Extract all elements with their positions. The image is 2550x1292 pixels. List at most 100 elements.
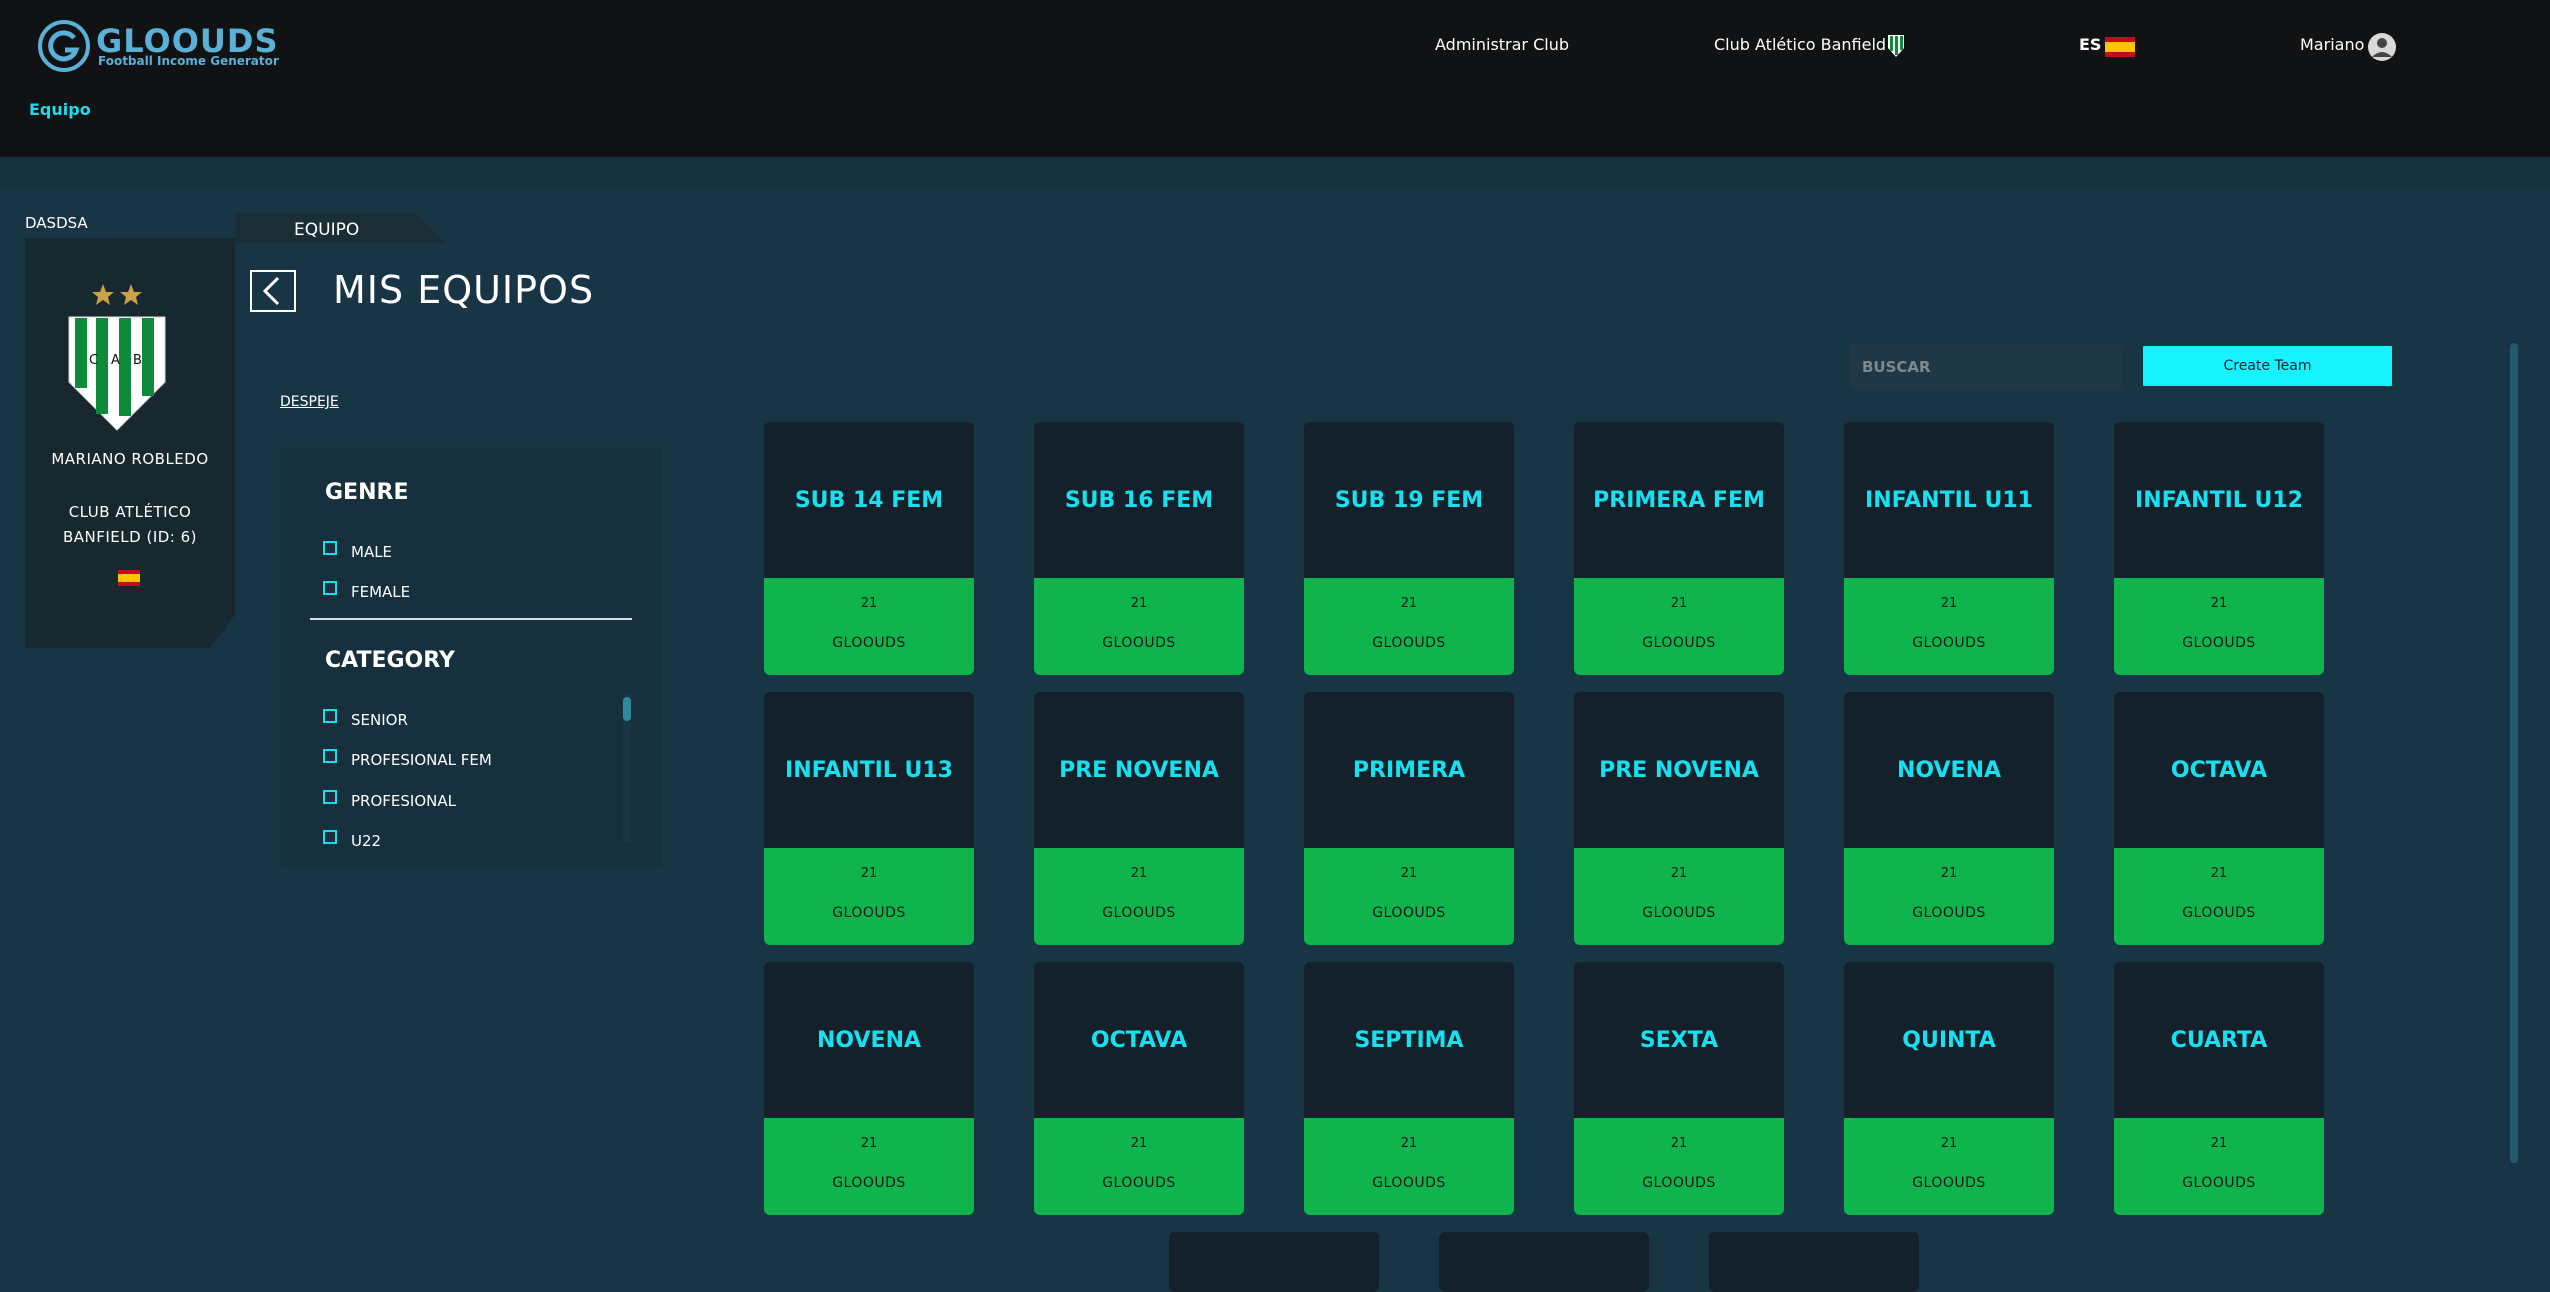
crest-letter: B <box>133 353 142 368</box>
category-scrollbar-thumb[interactable] <box>623 697 631 721</box>
checkbox[interactable] <box>323 790 337 804</box>
team-card[interactable]: NOVENA 21 GLOOUDS <box>764 962 974 1215</box>
team-player-count: 21 <box>1940 1136 1958 1151</box>
team-card[interactable]: INFANTIL U11 21 GLOOUDS <box>1844 422 2054 675</box>
team-brand: GLOOUDS <box>1642 905 1716 921</box>
team-card[interactable]: OCTAVA 21 GLOOUDS <box>1034 962 1244 1215</box>
nav-club-name[interactable]: Club Atlético Banfield <box>1714 35 1886 54</box>
team-card-footer: 21 GLOOUDS <box>2114 848 2324 945</box>
search-input[interactable] <box>1850 345 2123 389</box>
section-breadcrumb[interactable]: Equipo <box>29 100 91 119</box>
team-card[interactable]: PRIMERA 21 GLOOUDS <box>1304 692 1514 945</box>
team-name: SUB 19 FEM <box>1334 487 1484 513</box>
team-card[interactable]: SUB 14 FEM 21 GLOOUDS <box>764 422 974 675</box>
team-card-footer: 21 GLOOUDS <box>2114 1118 2324 1215</box>
team-card[interactable]: SUB 16 FEM 21 GLOOUDS <box>1034 422 1244 675</box>
team-brand: GLOOUDS <box>1372 905 1446 921</box>
language-selector[interactable]: ES <box>2079 35 2101 54</box>
team-card[interactable]: PRE NOVENA 21 GLOOUDS <box>1034 692 1244 945</box>
team-name: OCTAVA <box>1090 1027 1188 1053</box>
crest-letter: A <box>111 353 120 368</box>
team-name: PRE NOVENA <box>1599 757 1759 783</box>
team-card[interactable]: SUB 19 FEM 21 GLOOUDS <box>1304 422 1514 675</box>
checkbox-label: SENIOR <box>351 711 408 729</box>
checkbox[interactable] <box>323 581 337 595</box>
team-card-footer: 21 GLOOUDS <box>1574 848 1784 945</box>
team-player-count: 21 <box>1940 596 1958 611</box>
back-button[interactable] <box>250 270 296 312</box>
nav-user-name[interactable]: Mariano <box>2300 35 2364 54</box>
main-scrollbar[interactable] <box>2510 343 2518 1163</box>
team-card-footer: 21 GLOOUDS <box>1034 1118 1244 1215</box>
team-brand: GLOOUDS <box>2182 905 2256 921</box>
checkbox[interactable] <box>323 541 337 555</box>
team-card-footer: 21 GLOOUDS <box>764 848 974 945</box>
team-brand: GLOOUDS <box>1642 1175 1716 1191</box>
checkbox-label: MALE <box>351 543 393 561</box>
crest-star-icon <box>120 284 142 305</box>
team-brand: GLOOUDS <box>1372 1175 1446 1191</box>
spain-flag-icon[interactable] <box>2105 37 2135 57</box>
team-card-footer: 21 GLOOUDS <box>1034 848 1244 945</box>
team-name: SUB 16 FEM <box>1064 487 1214 513</box>
team-name: PRIMERA FEM <box>1593 487 1765 513</box>
team-name: NOVENA <box>816 1027 922 1053</box>
crest-star-icon <box>92 284 114 305</box>
team-card[interactable]: SEPTIMA 21 GLOOUDS <box>1304 962 1514 1215</box>
team-card[interactable]: NOVENA 21 GLOOUDS <box>1844 692 2054 945</box>
genre-heading: GENRE <box>325 480 409 505</box>
page-title: MIS EQUIPOS <box>333 268 595 312</box>
team-card-footer: 21 GLOOUDS <box>1304 578 1514 675</box>
team-card-partial[interactable] <box>1169 1232 1379 1292</box>
team-card-partial[interactable] <box>1439 1232 1649 1292</box>
nav-admin-club[interactable]: Administrar Club <box>1435 35 1569 54</box>
tab-equipo[interactable]: EQUIPO <box>236 213 446 243</box>
team-name: NOVENA <box>1896 757 2002 783</box>
team-player-count: 21 <box>860 866 878 881</box>
team-card-footer: 21 GLOOUDS <box>2114 578 2324 675</box>
team-card-partial[interactable] <box>1709 1232 1919 1292</box>
checkbox[interactable] <box>323 749 337 763</box>
tab-equipo-label: EQUIPO <box>294 220 360 240</box>
team-player-count: 21 <box>1130 596 1148 611</box>
team-name: SUB 14 FEM <box>794 487 944 513</box>
team-brand: GLOOUDS <box>1372 635 1446 651</box>
checkbox[interactable] <box>323 709 337 723</box>
team-name: PRIMERA <box>1352 757 1466 783</box>
glouds-logo[interactable]: GLOOUDS Football Income Generator <box>38 18 288 74</box>
team-name: INFANTIL U13 <box>785 757 953 783</box>
team-brand: GLOOUDS <box>1642 635 1716 651</box>
category-heading: CATEGORY <box>325 648 455 673</box>
team-brand: GLOOUDS <box>832 905 906 921</box>
team-card[interactable]: PRIMERA FEM 21 GLOOUDS <box>1574 422 1784 675</box>
team-player-count: 21 <box>1940 866 1958 881</box>
team-card[interactable]: PRE NOVENA 21 GLOOUDS <box>1574 692 1784 945</box>
clear-filters-link[interactable]: DESPEJE <box>280 394 339 410</box>
team-player-count: 21 <box>1670 1136 1688 1151</box>
checkbox[interactable] <box>323 830 337 844</box>
team-player-count: 21 <box>1400 596 1418 611</box>
team-brand: GLOOUDS <box>2182 635 2256 651</box>
team-card[interactable]: QUINTA 21 GLOOUDS <box>1844 962 2054 1215</box>
team-card-footer: 21 GLOOUDS <box>1304 1118 1514 1215</box>
team-card-footer: 21 GLOOUDS <box>1844 848 2054 945</box>
team-card[interactable]: CUARTA 21 GLOOUDS <box>2114 962 2324 1215</box>
team-name: INFANTIL U11 <box>1865 487 2033 513</box>
team-player-count: 21 <box>860 596 878 611</box>
user-avatar-icon[interactable] <box>2367 32 2397 62</box>
team-brand: GLOOUDS <box>1102 905 1176 921</box>
team-card-footer: 21 GLOOUDS <box>1034 578 1244 675</box>
team-card[interactable]: INFANTIL U12 21 GLOOUDS <box>2114 422 2324 675</box>
team-brand: GLOOUDS <box>1912 905 1986 921</box>
team-player-count: 21 <box>1400 866 1418 881</box>
team-player-count: 21 <box>1130 1136 1148 1151</box>
team-brand: GLOOUDS <box>832 635 906 651</box>
team-player-count: 21 <box>2210 1136 2228 1151</box>
logo-g-icon <box>38 20 90 72</box>
team-card[interactable]: OCTAVA 21 GLOOUDS <box>2114 692 2324 945</box>
create-team-button[interactable]: Create Team <box>2141 344 2394 388</box>
team-card[interactable]: INFANTIL U13 21 GLOOUDS <box>764 692 974 945</box>
team-card[interactable]: SEXTA 21 GLOOUDS <box>1574 962 1784 1215</box>
profile-club: CLUB ATLÉTICO BANFIELD (ID: 6) <box>62 503 198 546</box>
spain-flag-icon <box>118 570 140 586</box>
